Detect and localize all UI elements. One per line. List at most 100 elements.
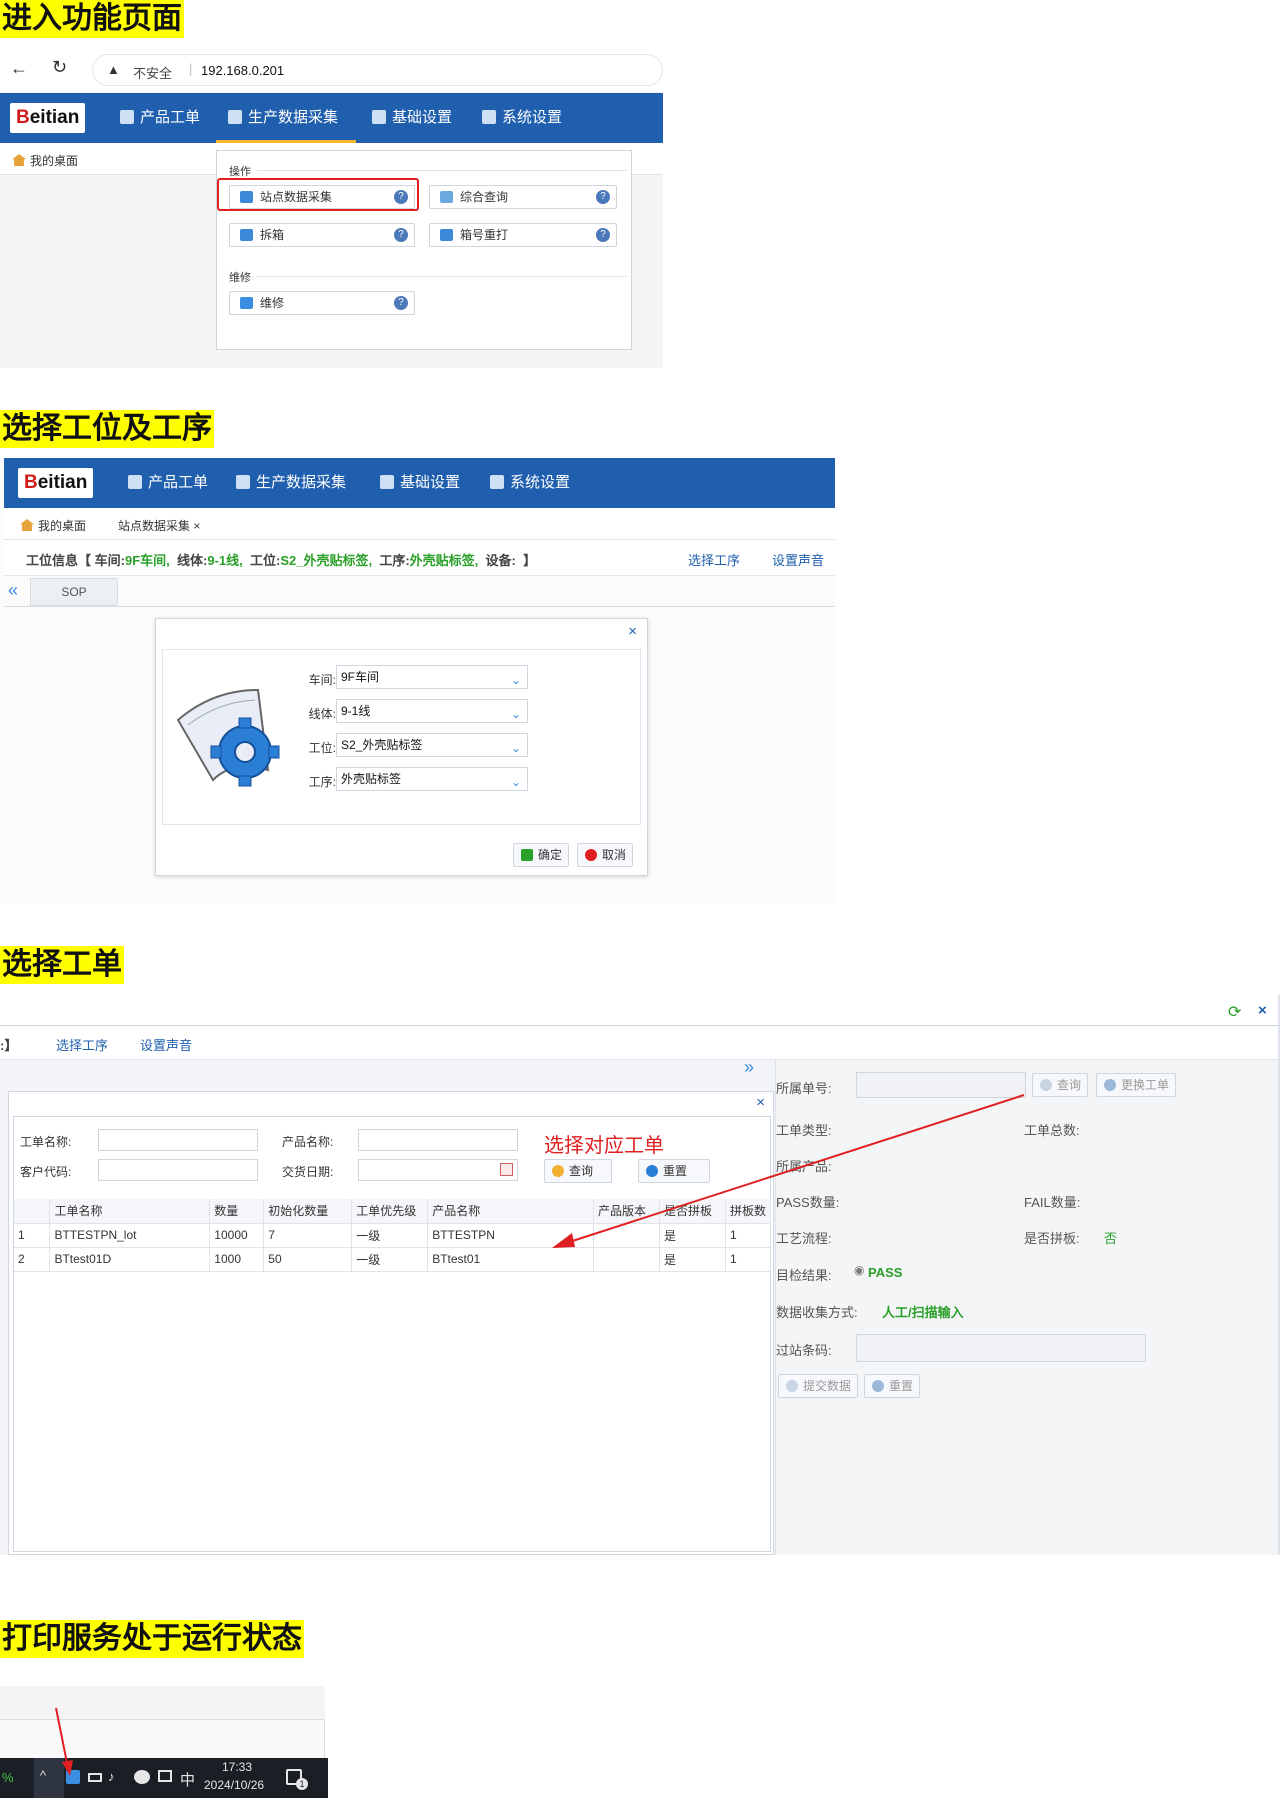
process-label: 工序: <box>379 553 410 568</box>
select-station-dialog: × 车间: 9F车间 ⌄ 线体: 9-1线 ⌄ 工位: S2_外壳贴标签 ⌄ 工序: … <box>155 618 648 876</box>
wrench-icon <box>482 110 496 124</box>
screenshot-2: Beitian 产品工单 生产数据采集 基础设置 系统设置 我的桌面 站点数据采… <box>0 458 835 904</box>
tab-home[interactable]: 我的桌面 <box>12 152 78 169</box>
screenshot-1: ← ↻ ▲ 不安全 | 192.168.0.201 Beitian 产品工单 生… <box>0 48 663 368</box>
menu-item-box-reprint[interactable]: 箱号重打? <box>429 223 617 247</box>
screenshot-4: % ^ ♪ 中 17:33 2024/10/26 1 <box>0 1686 328 1798</box>
workshop-select[interactable]: 9F车间 ⌄ <box>336 665 528 689</box>
line-field-label: 线体: <box>308 707 336 721</box>
notification-badge: 1 <box>296 1778 308 1790</box>
reload-icon[interactable]: ↻ <box>52 57 67 78</box>
tab-sop[interactable]: SOP <box>30 578 118 606</box>
cube-icon <box>120 110 134 124</box>
menu-divider <box>257 276 627 277</box>
home-icon <box>12 154 26 166</box>
app-navbar: Beitian 产品工单 生产数据采集 基础设置 系统设置 <box>0 93 663 144</box>
menu-item-repair[interactable]: 维修? <box>229 291 415 315</box>
station-info-text: 工位信息【 车间:9F车间, 线体:9-1线, 工位:S2_外壳贴标签, 工序:… <box>26 550 536 569</box>
set-sound-link[interactable]: 设置声音 <box>772 550 824 569</box>
wrench-icon <box>490 475 504 489</box>
cube-icon <box>128 475 142 489</box>
clock-date[interactable]: 2024/10/26 <box>204 1778 264 1792</box>
address-divider: | <box>189 61 193 76</box>
workshop-label: 车间: <box>94 553 125 568</box>
station-label: 工位: <box>250 553 281 568</box>
tab-home[interactable]: 我的桌面 <box>20 517 86 534</box>
section-heading-2: 选择工位及工序 <box>0 410 214 448</box>
query-icon <box>440 191 453 203</box>
annotation-arrow <box>55 1707 73 1776</box>
workshop-field-label: 车间: <box>308 673 336 687</box>
database-icon <box>380 475 394 489</box>
cubes-icon <box>228 110 242 124</box>
cancel-button[interactable]: 取消 <box>577 843 634 867</box>
nav-item-product-order[interactable]: 产品工单 <box>128 473 208 493</box>
not-secure-label: 不安全 <box>133 66 173 81</box>
menu-section-operations: 操作 <box>229 166 251 178</box>
chevron-down-icon: ⌄ <box>510 741 521 755</box>
help-icon[interactable]: ? <box>596 228 610 242</box>
station-field-label: 工位: <box>308 741 336 755</box>
help-icon[interactable]: ? <box>394 296 408 310</box>
screenshot-3: ⟳ × :】 选择工序 设置声音 » × 工单名称: 产品名称: 选择对应工单 … <box>0 995 1285 1555</box>
process-value: 外壳贴标签, <box>409 553 479 568</box>
address-bar[interactable]: ▲ 不安全 | 192.168.0.201 <box>92 54 663 86</box>
section-heading-1: 进入功能页面 <box>0 0 184 38</box>
warning-icon: ▲ <box>107 62 120 77</box>
nav-item-production-data[interactable]: 生产数据采集 <box>236 473 346 493</box>
divider <box>4 606 835 607</box>
section-heading-3: 选择工单 <box>0 946 124 984</box>
back-icon[interactable]: ← <box>10 58 28 79</box>
highlight-box <box>217 178 419 211</box>
menu-divider <box>257 170 627 171</box>
help-icon[interactable]: ? <box>596 190 610 204</box>
cubes-icon <box>236 475 250 489</box>
line-select[interactable]: 9-1线 ⌄ <box>336 699 528 723</box>
box-icon <box>240 229 253 241</box>
collapse-panel-icon[interactable]: « <box>8 580 18 601</box>
chevron-down-icon: ⌄ <box>510 775 521 789</box>
dialog-close-icon[interactable]: × <box>628 623 637 640</box>
station-select[interactable]: S2_外壳贴标签 ⌄ <box>336 733 528 757</box>
network-icon[interactable] <box>158 1770 172 1782</box>
browser-toolbar: ← ↻ ▲ 不安全 | 192.168.0.201 <box>0 48 663 92</box>
clock-time[interactable]: 17:33 <box>222 1760 252 1774</box>
process-select[interactable]: 外壳贴标签 ⌄ <box>336 767 528 791</box>
home-icon <box>20 519 34 531</box>
help-icon[interactable]: ? <box>394 228 408 242</box>
app-logo: Beitian <box>18 468 94 498</box>
cancel-icon <box>585 849 597 861</box>
info-prefix: 工位信息【 <box>26 553 92 568</box>
annotation-arrow <box>552 1094 1025 1248</box>
tab-station-data[interactable]: 站点数据采集 × <box>118 517 200 534</box>
device-label: 设备: <box>485 553 516 568</box>
nav-item-product-order[interactable]: 产品工单 <box>120 108 200 128</box>
box-icon <box>440 229 453 241</box>
tab-strip: 我的桌面 站点数据采集 × <box>4 508 835 540</box>
nav-item-system-settings[interactable]: 系统设置 <box>490 473 570 493</box>
url-text[interactable]: 192.168.0.201 <box>201 63 284 78</box>
process-field-label: 工序: <box>308 775 336 789</box>
database-icon <box>372 110 386 124</box>
menu-item-unpack[interactable]: 拆箱? <box>229 223 415 247</box>
station-value: S2_外壳贴标签, <box>280 553 373 568</box>
wechat-icon[interactable] <box>134 1770 150 1784</box>
ime-indicator[interactable]: 中 <box>180 1769 195 1790</box>
wrench-icon <box>240 297 253 309</box>
ok-button[interactable]: 确定 <box>513 843 570 867</box>
dropdown-menu-panel: 操作 站点数据采集? 综合查询? 拆箱? 箱号重打? 维修 维修? <box>216 150 632 350</box>
menu-item-general-query[interactable]: 综合查询? <box>429 185 617 209</box>
workshop-value: 9F车间, <box>124 553 170 568</box>
app-navbar: Beitian 产品工单 生产数据采集 基础设置 系统设置 <box>4 458 835 508</box>
line-value: 9-1线, <box>207 553 243 568</box>
section-heading-4: 打印服务处于运行状态 <box>0 1620 304 1658</box>
nav-item-basic-settings[interactable]: 基础设置 <box>380 473 460 493</box>
choose-process-link[interactable]: 选择工序 <box>688 550 740 569</box>
check-icon <box>521 849 533 861</box>
chevron-down-icon: ⌄ <box>510 673 521 687</box>
info-suffix: 】 <box>523 553 537 568</box>
nav-item-system-settings[interactable]: 系统设置 <box>482 108 562 128</box>
nav-item-production-data[interactable]: 生产数据采集 <box>228 108 338 128</box>
menu-section-repair: 维修 <box>229 272 251 284</box>
nav-item-basic-settings[interactable]: 基础设置 <box>372 108 452 128</box>
